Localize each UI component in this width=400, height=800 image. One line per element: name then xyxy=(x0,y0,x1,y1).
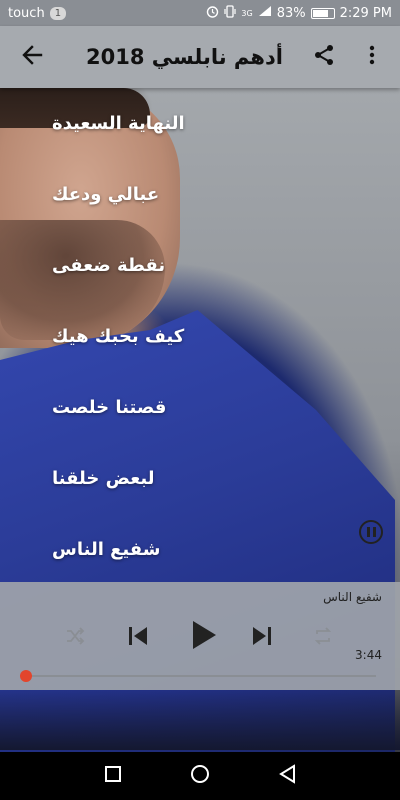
vibrate-icon xyxy=(224,4,237,22)
list-item[interactable]: عبالي ودعك xyxy=(52,159,352,230)
carrier-label: touch xyxy=(8,5,45,21)
next-button[interactable] xyxy=(248,624,276,652)
progress-track[interactable] xyxy=(26,675,376,677)
list-item[interactable]: لبعض خلقنا xyxy=(52,443,352,514)
circle-home-icon xyxy=(190,764,210,788)
skip-next-icon xyxy=(251,626,273,650)
battery-percent: 83% xyxy=(276,5,306,21)
shuffle-icon xyxy=(65,627,85,649)
progress-knob[interactable] xyxy=(20,670,32,682)
shuffle-button[interactable] xyxy=(63,626,87,650)
notification-badge: 1 xyxy=(49,6,67,20)
now-playing-title: شفيع الناس xyxy=(323,590,382,604)
duration-label: 3:44 xyxy=(355,648,382,662)
song-title: شفيع الناس xyxy=(52,539,161,560)
list-item[interactable]: شفيع الناس xyxy=(52,514,352,585)
list-item[interactable]: نقطة ضعفى xyxy=(52,230,352,301)
bottom-shade xyxy=(0,690,400,750)
more-vertical-icon xyxy=(369,45,375,69)
page-title: أدهم نابلسي 2018 xyxy=(86,45,283,69)
song-title: قصتنا خلصت xyxy=(52,397,167,418)
song-list: النهاية السعيدة عبالي ودعك نقطة ضعفى كيف… xyxy=(52,88,352,585)
list-item[interactable]: كيف بحبك هيك xyxy=(52,301,352,372)
repeat-button[interactable] xyxy=(311,626,335,650)
song-title: عبالي ودعك xyxy=(52,184,160,205)
square-recents-icon xyxy=(104,765,122,787)
list-item[interactable]: قصتنا خلصت xyxy=(52,372,352,443)
alarm-icon xyxy=(206,5,219,22)
arrow-left-icon xyxy=(21,44,43,70)
battery-icon xyxy=(310,7,335,19)
system-nav-bar xyxy=(0,752,400,800)
pause-icon[interactable] xyxy=(359,520,383,544)
network-type: 3G xyxy=(241,8,253,18)
skip-previous-icon xyxy=(127,626,149,650)
repeat-icon xyxy=(313,626,333,650)
recents-button[interactable] xyxy=(93,756,133,796)
clock: 2:29 PM xyxy=(339,5,392,21)
back-nav-button[interactable] xyxy=(267,756,307,796)
back-button[interactable] xyxy=(8,33,56,81)
signal-icon xyxy=(258,5,272,21)
list-item[interactable]: النهاية السعيدة xyxy=(52,88,352,159)
player-controls xyxy=(0,612,400,662)
play-button[interactable] xyxy=(184,617,224,657)
play-icon xyxy=(191,620,217,654)
song-title: كيف بحبك هيك xyxy=(52,326,185,347)
previous-button[interactable] xyxy=(124,624,152,652)
home-button[interactable] xyxy=(180,756,220,796)
song-title: نقطة ضعفى xyxy=(52,255,166,276)
share-icon xyxy=(313,44,335,70)
overflow-menu-button[interactable] xyxy=(348,33,396,81)
app-bar: أدهم نابلسي 2018 xyxy=(0,26,400,88)
song-title: النهاية السعيدة xyxy=(52,113,185,134)
triangle-back-icon xyxy=(278,764,296,788)
status-bar: touch 1 3G 83% 2:29 PM xyxy=(0,0,400,26)
share-button[interactable] xyxy=(300,33,348,81)
song-title: لبعض خلقنا xyxy=(52,468,155,489)
music-player: شفيع الناس 3:44 xyxy=(0,582,400,690)
